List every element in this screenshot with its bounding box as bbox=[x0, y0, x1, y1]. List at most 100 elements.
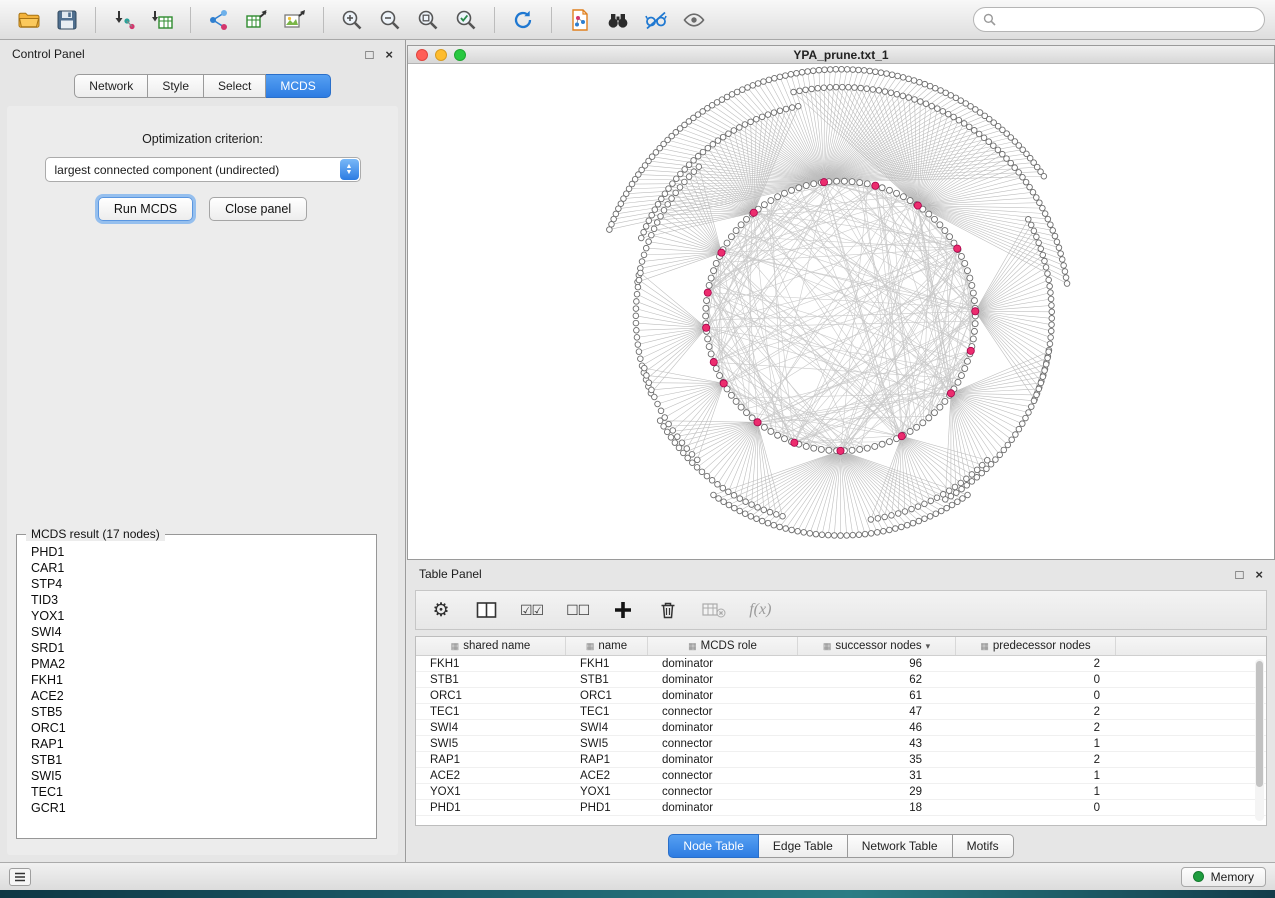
mcds-result-item[interactable]: RAP1 bbox=[31, 736, 362, 752]
mcds-result-item[interactable]: CAR1 bbox=[31, 560, 362, 576]
export-table-button[interactable] bbox=[238, 4, 276, 36]
table-row[interactable]: RAP1RAP1dominator352 bbox=[416, 752, 1266, 768]
add-column-button[interactable] bbox=[612, 598, 634, 622]
select-all-button[interactable]: ☑☑ bbox=[520, 598, 543, 622]
cell-successor-nodes[interactable]: 43 bbox=[798, 738, 956, 750]
network-window-titlebar[interactable]: YPA_prune.txt_1 bbox=[408, 46, 1274, 64]
mcds-result-item[interactable]: STB5 bbox=[31, 704, 362, 720]
tab-select[interactable]: Select bbox=[204, 74, 266, 98]
apply-layout-button[interactable] bbox=[504, 4, 542, 36]
mcds-result-item[interactable]: PHD1 bbox=[31, 544, 362, 560]
zoom-in-button[interactable] bbox=[333, 4, 371, 36]
close-panel-icon[interactable]: × bbox=[385, 48, 393, 61]
cell-predecessor-nodes[interactable]: 2 bbox=[956, 754, 1116, 766]
column-header-shared-name[interactable]: ▦ shared name bbox=[416, 637, 566, 655]
mcds-result-item[interactable]: SWI5 bbox=[31, 768, 362, 784]
search-input[interactable] bbox=[973, 7, 1265, 32]
cell-shared-name[interactable]: TEC1 bbox=[416, 706, 566, 718]
export-network-button[interactable] bbox=[200, 4, 238, 36]
table-row[interactable]: FKH1FKH1dominator962 bbox=[416, 656, 1266, 672]
cell-mcds-role[interactable]: connector bbox=[648, 706, 798, 718]
close-panel-button[interactable]: Close panel bbox=[209, 197, 307, 221]
window-maximize-icon[interactable] bbox=[454, 49, 466, 61]
network-file-button[interactable] bbox=[561, 4, 599, 36]
cell-name[interactable]: PHD1 bbox=[566, 802, 648, 814]
cell-predecessor-nodes[interactable]: 0 bbox=[956, 674, 1116, 686]
optimization-criterion-select[interactable]: largest connected component (undirected)… bbox=[45, 157, 361, 182]
cell-name[interactable]: RAP1 bbox=[566, 754, 648, 766]
show-details-button[interactable] bbox=[675, 4, 713, 36]
column-header-successor-nodes[interactable]: ▦ successor nodes ▾ bbox=[798, 637, 956, 655]
hide-details-button[interactable] bbox=[637, 4, 675, 36]
cell-shared-name[interactable]: SWI4 bbox=[416, 722, 566, 734]
cell-shared-name[interactable]: STB1 bbox=[416, 674, 566, 686]
cell-successor-nodes[interactable]: 29 bbox=[798, 786, 956, 798]
cell-predecessor-nodes[interactable]: 2 bbox=[956, 658, 1116, 670]
zoom-out-button[interactable] bbox=[371, 4, 409, 36]
cell-name[interactable]: TEC1 bbox=[566, 706, 648, 718]
tab-network[interactable]: Network bbox=[74, 74, 148, 98]
cell-name[interactable]: YOX1 bbox=[566, 786, 648, 798]
scrollbar-thumb[interactable] bbox=[1256, 661, 1263, 787]
show-columns-button[interactable] bbox=[475, 598, 497, 622]
cell-mcds-role[interactable]: dominator bbox=[648, 674, 798, 686]
cell-predecessor-nodes[interactable]: 1 bbox=[956, 770, 1116, 782]
cell-shared-name[interactable]: ACE2 bbox=[416, 770, 566, 782]
export-image-button[interactable] bbox=[276, 4, 314, 36]
table-settings-button[interactable]: ⚙ bbox=[430, 598, 452, 622]
save-session-button[interactable] bbox=[48, 4, 86, 36]
tab-network-table[interactable]: Network Table bbox=[848, 834, 953, 858]
cell-predecessor-nodes[interactable]: 1 bbox=[956, 738, 1116, 750]
cell-shared-name[interactable]: RAP1 bbox=[416, 754, 566, 766]
run-mcds-button[interactable]: Run MCDS bbox=[98, 197, 193, 221]
tab-motifs[interactable]: Motifs bbox=[953, 834, 1014, 858]
table-row[interactable]: SWI4SWI4dominator462 bbox=[416, 720, 1266, 736]
tab-node-table[interactable]: Node Table bbox=[668, 834, 759, 858]
cell-shared-name[interactable]: SWI5 bbox=[416, 738, 566, 750]
table-row[interactable]: TEC1TEC1connector472 bbox=[416, 704, 1266, 720]
table-row[interactable]: PHD1PHD1dominator180 bbox=[416, 800, 1266, 816]
cell-mcds-role[interactable]: dominator bbox=[648, 802, 798, 814]
cell-mcds-role[interactable]: dominator bbox=[648, 658, 798, 670]
mcds-result-item[interactable]: TID3 bbox=[31, 592, 362, 608]
mcds-result-item[interactable]: GCR1 bbox=[31, 800, 362, 816]
task-history-button[interactable] bbox=[9, 868, 31, 886]
cell-mcds-role[interactable]: connector bbox=[648, 770, 798, 782]
window-minimize-icon[interactable] bbox=[435, 49, 447, 61]
table-scrollbar[interactable] bbox=[1255, 659, 1264, 821]
deselect-all-button[interactable]: ☐☐ bbox=[566, 598, 589, 622]
cell-predecessor-nodes[interactable]: 0 bbox=[956, 802, 1116, 814]
cell-predecessor-nodes[interactable]: 2 bbox=[956, 722, 1116, 734]
cell-mcds-role[interactable]: connector bbox=[648, 786, 798, 798]
mcds-result-item[interactable]: FKH1 bbox=[31, 672, 362, 688]
network-graph[interactable] bbox=[408, 64, 1274, 558]
cell-name[interactable]: FKH1 bbox=[566, 658, 648, 670]
memory-button[interactable]: Memory bbox=[1181, 867, 1266, 887]
delete-table-button[interactable] bbox=[702, 598, 726, 622]
cell-name[interactable]: ORC1 bbox=[566, 690, 648, 702]
open-session-button[interactable] bbox=[10, 4, 48, 36]
mcds-result-item[interactable]: ACE2 bbox=[31, 688, 362, 704]
cell-mcds-role[interactable]: dominator bbox=[648, 722, 798, 734]
table-row[interactable]: SWI5SWI5connector431 bbox=[416, 736, 1266, 752]
cell-shared-name[interactable]: YOX1 bbox=[416, 786, 566, 798]
cell-successor-nodes[interactable]: 62 bbox=[798, 674, 956, 686]
cell-predecessor-nodes[interactable]: 2 bbox=[956, 706, 1116, 718]
cell-predecessor-nodes[interactable]: 1 bbox=[956, 786, 1116, 798]
cell-successor-nodes[interactable]: 18 bbox=[798, 802, 956, 814]
window-close-icon[interactable] bbox=[416, 49, 428, 61]
find-button[interactable] bbox=[599, 4, 637, 36]
cell-name[interactable]: ACE2 bbox=[566, 770, 648, 782]
float-panel-icon[interactable]: □ bbox=[1236, 568, 1244, 581]
cell-successor-nodes[interactable]: 31 bbox=[798, 770, 956, 782]
mcds-result-item[interactable]: SWI4 bbox=[31, 624, 362, 640]
cell-name[interactable]: SWI5 bbox=[566, 738, 648, 750]
import-table-button[interactable] bbox=[143, 4, 181, 36]
cell-name[interactable]: SWI4 bbox=[566, 722, 648, 734]
zoom-selected-button[interactable] bbox=[447, 4, 485, 36]
table-row[interactable]: ORC1ORC1dominator610 bbox=[416, 688, 1266, 704]
mcds-result-item[interactable]: SRD1 bbox=[31, 640, 362, 656]
cell-mcds-role[interactable]: dominator bbox=[648, 690, 798, 702]
column-header-name[interactable]: ▦ name bbox=[566, 637, 648, 655]
tab-style[interactable]: Style bbox=[148, 74, 204, 98]
